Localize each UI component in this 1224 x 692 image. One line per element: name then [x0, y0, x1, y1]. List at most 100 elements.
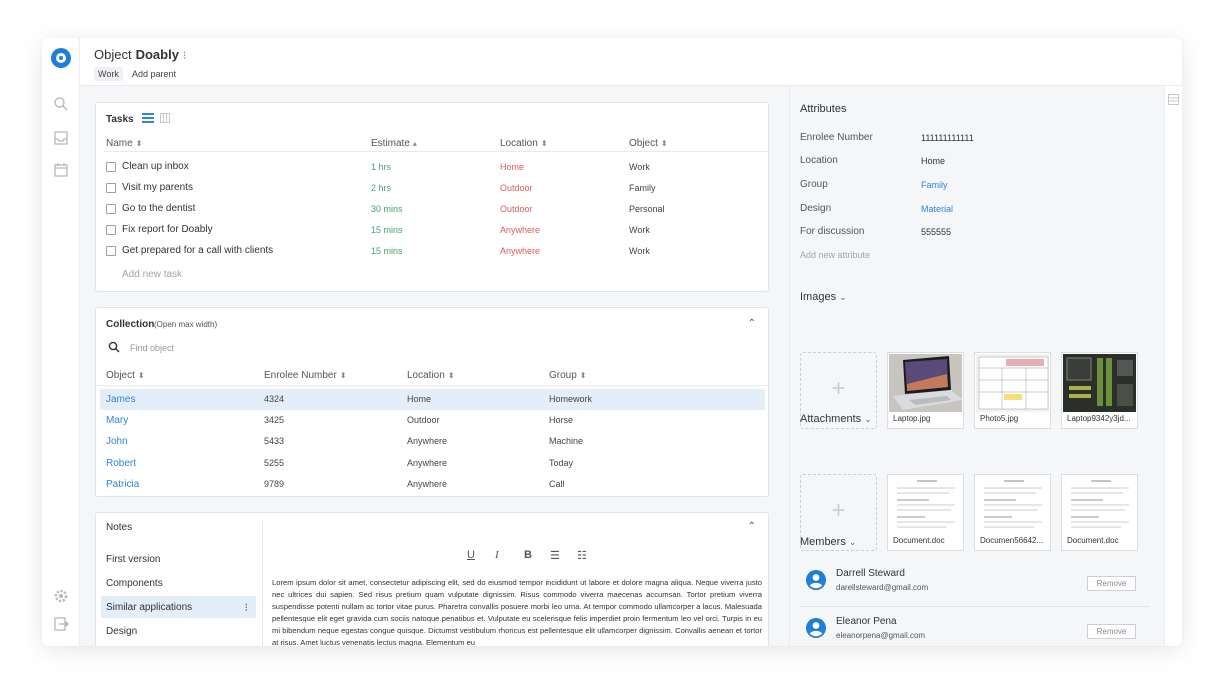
object-link[interactable]: Robert — [106, 458, 136, 469]
logout-icon[interactable] — [53, 616, 69, 632]
table-row[interactable]: Patricia 9789 Anywhere Call — [100, 474, 765, 495]
task-location: Outdoor — [500, 204, 533, 214]
task-checkbox[interactable] — [106, 183, 116, 193]
underline-button[interactable]: U — [467, 549, 475, 561]
attachment-thumbnail[interactable]: Documen56642... — [974, 474, 1051, 551]
column-header-object[interactable]: Object ⬍ — [629, 138, 668, 149]
add-new-task-button[interactable]: Add new task — [122, 269, 182, 280]
more-options-icon[interactable]: ⁝ — [183, 50, 187, 62]
attachment-filename: Document.doc — [1067, 536, 1119, 545]
bold-button[interactable]: B — [524, 549, 532, 561]
task-row[interactable]: Fix report for Doably 15 mins Anywhere W… — [106, 221, 756, 241]
attachments-section-toggle[interactable]: Attachments ⌄ — [800, 413, 872, 425]
task-name[interactable]: Visit my parents — [122, 182, 193, 193]
board-view-icon[interactable] — [160, 113, 170, 123]
task-checkbox[interactable] — [106, 225, 116, 235]
member-row: Eleanor Pena eleanorpena@gmail.com Remov… — [800, 612, 1150, 646]
table-row[interactable]: Robert 5255 Anywhere Today — [100, 453, 765, 474]
object-link[interactable]: Mary — [106, 415, 128, 426]
add-new-attribute-button[interactable]: Add new attribute — [800, 250, 870, 260]
more-options-icon[interactable]: ⁝ — [245, 601, 249, 614]
task-name[interactable]: Clean up inbox — [122, 161, 189, 172]
note-item[interactable]: First version — [101, 548, 256, 570]
task-row[interactable]: Visit my parents 2 hrs Outdoor Family — [106, 179, 756, 199]
collection-title: Collection — [106, 319, 155, 330]
numbered-list-button[interactable]: ☷ — [577, 549, 587, 562]
search-icon[interactable] — [53, 96, 69, 112]
task-row[interactable]: Clean up inbox 1 hrs Home Work — [106, 158, 756, 178]
gear-icon[interactable] — [53, 588, 69, 604]
collapse-icon[interactable]: ⌃ — [748, 521, 756, 532]
attribute-label: Design — [800, 203, 832, 214]
italic-button[interactable]: I — [495, 549, 499, 561]
object-link[interactable]: James — [106, 394, 135, 405]
avatar-icon — [806, 570, 826, 590]
note-editor[interactable]: Lorem ipsum dolor sit amet, consectetur … — [272, 577, 762, 646]
attachment-filename: Documen56642... — [980, 536, 1044, 545]
attribute-value-link[interactable]: Family — [921, 180, 948, 190]
task-checkbox[interactable] — [106, 246, 116, 256]
table-row[interactable]: Mary 3425 Outdoor Horse — [100, 410, 765, 431]
attribute-value[interactable]: Home — [921, 156, 945, 166]
attachment-thumbnail[interactable]: Document.doc — [1061, 474, 1138, 551]
open-max-width-link[interactable]: (Open max width) — [154, 320, 217, 329]
divider — [104, 151, 768, 152]
location-cell: Home — [407, 394, 432, 404]
task-name[interactable]: Get prepared for a call with clients — [122, 245, 273, 256]
table-row[interactable]: John 5433 Anywhere Machine — [100, 431, 765, 452]
column-header-location[interactable]: Location ⬍ — [500, 138, 548, 149]
note-item[interactable]: Design — [101, 620, 256, 642]
object-name[interactable]: Doably — [136, 47, 179, 62]
column-header-name[interactable]: Name ⬍ — [106, 138, 142, 149]
app-logo[interactable] — [51, 48, 71, 68]
location-cell: Anywhere — [407, 458, 448, 468]
task-row[interactable]: Get prepared for a call with clients 15 … — [106, 242, 756, 262]
app-window: Object Doably ⁝ Work Add parent Tasks Name… — [42, 38, 1182, 646]
task-row[interactable]: Go to the dentist 30 mins Outdoor Person… — [106, 200, 756, 220]
task-name[interactable]: Go to the dentist — [122, 203, 195, 214]
attribute-value[interactable]: 555555 — [921, 227, 951, 237]
table-row[interactable]: James 4324 Home Homework — [100, 389, 765, 410]
members-section-toggle[interactable]: Members ⌄ — [800, 536, 856, 548]
left-rail — [42, 38, 80, 646]
add-parent-button[interactable]: Add parent — [128, 67, 180, 81]
task-name[interactable]: Fix report for Doably — [122, 224, 213, 235]
list-view-icon[interactable] — [142, 113, 154, 123]
note-item-selected[interactable]: Similar applications ⁝ — [101, 596, 256, 618]
task-location: Anywhere — [500, 225, 541, 235]
object-link[interactable]: John — [106, 436, 128, 447]
document-preview — [889, 476, 962, 534]
remove-member-button[interactable]: Remove — [1087, 576, 1136, 591]
column-header-enrolee-number[interactable]: Enrolee Number ⬍ — [264, 370, 347, 381]
column-header-estimate[interactable]: Estimate ▴ — [371, 138, 417, 149]
panel-toggle-icon[interactable] — [1168, 94, 1179, 105]
attribute-value-link[interactable]: Material — [921, 204, 953, 214]
task-object: Work — [629, 225, 650, 235]
task-checkbox[interactable] — [106, 162, 116, 172]
title-prefix: Object — [94, 47, 132, 62]
image-thumbnail[interactable]: Laptop.jpg — [887, 352, 964, 429]
column-header-object[interactable]: Object ⬍ — [106, 370, 145, 381]
image-thumbnail[interactable]: Laptop9342y3jd... — [1061, 352, 1138, 429]
images-section-toggle[interactable]: Images ⌄ — [800, 291, 847, 303]
object-link[interactable]: Patricia — [106, 479, 139, 490]
bullet-list-button[interactable]: ☰ — [550, 549, 560, 562]
task-checkbox[interactable] — [106, 204, 116, 214]
location-cell: Anywhere — [407, 479, 448, 489]
column-header-location[interactable]: Location ⬍ — [407, 370, 455, 381]
enrolee-number: 3425 — [264, 415, 285, 425]
task-estimate: 30 mins — [371, 204, 403, 214]
attribute-value[interactable]: 111111111111 — [921, 133, 974, 143]
find-object-input[interactable]: Find object — [130, 343, 174, 353]
collapse-icon[interactable]: ⌃ — [748, 318, 756, 329]
attachment-thumbnail[interactable]: Document.doc — [887, 474, 964, 551]
remove-member-button[interactable]: Remove — [1087, 624, 1136, 639]
column-header-group[interactable]: Group ⬍ — [549, 370, 587, 381]
image-thumbnail[interactable]: Photo5.jpg — [974, 352, 1051, 429]
inbox-icon[interactable] — [53, 130, 69, 146]
note-item[interactable]: Components — [101, 572, 256, 594]
calendar-icon[interactable] — [53, 162, 69, 178]
task-location: Home — [500, 162, 525, 172]
tag-work[interactable]: Work — [94, 67, 123, 81]
group-cell: Homework — [549, 394, 593, 404]
